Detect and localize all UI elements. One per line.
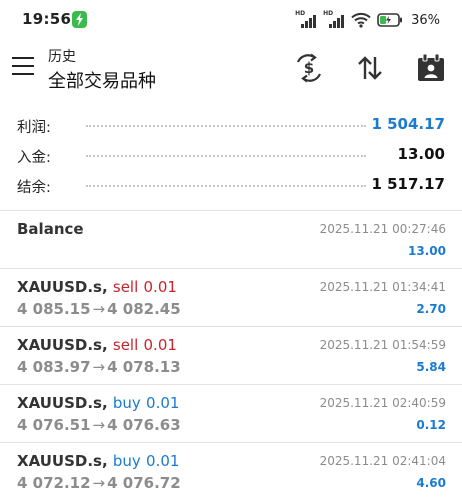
status-bar: 19:56 HD HD 36% [0, 0, 462, 40]
dollar-swap-icon[interactable]: $ [294, 53, 324, 83]
arrow-right-icon: → [92, 474, 106, 492]
deal-volume: 0.01 [146, 394, 180, 412]
deal-time: 2025.11.21 01:34:41 [319, 280, 446, 294]
deal-side: buy [112, 394, 141, 412]
summary-panel: 利润: 1 504.17 入金: 13.00 结余: 1 517.17 [0, 110, 462, 200]
deal-title: XAUUSD.s, sell 0.01 [17, 336, 177, 354]
deal-side: sell [112, 278, 139, 296]
balance-label: 结余: [17, 180, 51, 196]
status-time: 19:56 [22, 10, 72, 28]
status-icons: HD HD 36% [295, 9, 440, 31]
deal-row[interactable]: XAUUSD.s, buy 0.01 4 076.51 → 4 076.63 202… [0, 385, 462, 443]
deal-time: 2025.11.21 01:54:59 [319, 338, 446, 352]
menu-icon[interactable] [12, 57, 34, 75]
price-open: 4 072.12 [17, 474, 91, 492]
signal-icon: HD [323, 11, 345, 29]
dotted-leader [86, 125, 366, 127]
battery-percent: 36% [411, 12, 440, 28]
app-bar: 历史 全部交易品种 $ [0, 40, 462, 98]
deal-row-balance[interactable]: Balance 2025.11.21 00:27:46 13.00 [0, 211, 462, 269]
price-close: 4 078.13 [107, 358, 181, 376]
calendar-icon[interactable] [416, 53, 446, 83]
deal-symbol: XAUUSD.s, [17, 278, 108, 296]
deposit-value: 13.00 [397, 145, 445, 163]
battery-icon [377, 13, 403, 27]
deposit-row: 入金: 13.00 [0, 140, 462, 170]
page-subtitle: 历史 [48, 49, 76, 65]
deal-symbol: XAUUSD.s, [17, 336, 108, 354]
price-open: 4 076.51 [17, 416, 91, 434]
notification-app-icon [72, 11, 87, 28]
deal-amount: 4.60 [416, 476, 446, 490]
deal-volume: 0.01 [143, 278, 177, 296]
deal-title: XAUUSD.s, buy 0.01 [17, 394, 179, 412]
deal-volume: 0.01 [143, 336, 177, 354]
deal-amount: 13.00 [408, 244, 446, 258]
svg-text:$: $ [304, 59, 314, 77]
deal-side: sell [112, 336, 139, 354]
deal-time: 2025.11.21 00:27:46 [319, 222, 446, 236]
balance-value: 1 517.17 [371, 175, 445, 193]
deal-volume: 0.01 [146, 452, 180, 470]
deal-row[interactable]: XAUUSD.s, sell 0.01 4 083.97 → 4 078.13 20… [0, 327, 462, 385]
deal-amount: 5.84 [416, 360, 446, 374]
dotted-leader [86, 185, 366, 187]
deal-symbol: XAUUSD.s, [17, 452, 108, 470]
deal-prices: 4 076.51 → 4 076.63 [17, 416, 181, 434]
price-open: 4 085.15 [17, 300, 91, 318]
page-title[interactable]: 全部交易品种 [48, 67, 156, 93]
profit-value: 1 504.17 [371, 115, 445, 133]
profit-label: 利润: [17, 120, 51, 136]
deal-prices: 4 072.12 → 4 076.72 [17, 474, 181, 492]
deal-row[interactable]: XAUUSD.s, buy 0.01 4 072.12 → 4 076.72 202… [0, 443, 462, 500]
wifi-icon [351, 12, 371, 28]
deal-symbol: Balance [17, 220, 84, 238]
deal-time: 2025.11.21 02:40:59 [319, 396, 446, 410]
profit-row: 利润: 1 504.17 [0, 110, 462, 140]
price-close: 4 076.63 [107, 416, 181, 434]
deal-title: XAUUSD.s, buy 0.01 [17, 452, 179, 470]
deal-symbol: XAUUSD.s, [17, 394, 108, 412]
signal-icon: HD [295, 11, 317, 29]
arrow-right-icon: → [92, 416, 106, 434]
deal-prices: 4 085.15 → 4 082.45 [17, 300, 181, 318]
deal-prices: 4 083.97 → 4 078.13 [17, 358, 181, 376]
price-open: 4 083.97 [17, 358, 91, 376]
deposit-label: 入金: [17, 150, 51, 166]
arrow-right-icon: → [92, 358, 106, 376]
deals-list: Balance 2025.11.21 00:27:46 13.00 XAUUSD… [0, 211, 462, 500]
deal-amount: 0.12 [416, 418, 446, 432]
price-close: 4 076.72 [107, 474, 181, 492]
balance-row: 结余: 1 517.17 [0, 170, 462, 200]
sort-arrows-icon[interactable] [355, 53, 385, 83]
price-close: 4 082.45 [107, 300, 181, 318]
deal-side: buy [112, 452, 141, 470]
arrow-right-icon: → [92, 300, 106, 318]
deal-row[interactable]: XAUUSD.s, sell 0.01 4 085.15 → 4 082.45 20… [0, 269, 462, 327]
dotted-leader [86, 155, 366, 157]
deal-time: 2025.11.21 02:41:04 [319, 454, 446, 468]
deal-title: XAUUSD.s, sell 0.01 [17, 278, 177, 296]
deal-amount: 2.70 [416, 302, 446, 316]
